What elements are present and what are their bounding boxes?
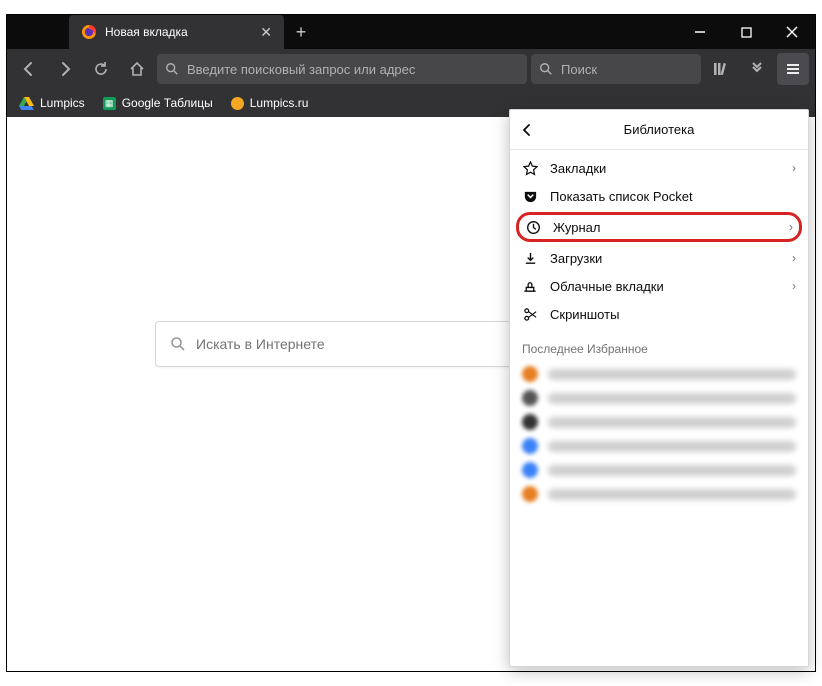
favicon-icon bbox=[522, 462, 538, 478]
library-button[interactable] bbox=[705, 53, 737, 85]
panel-item-label: Скриншоты bbox=[550, 307, 796, 322]
panel-item-label: Журнал bbox=[553, 220, 777, 235]
tab-title: Новая вкладка bbox=[105, 25, 252, 39]
panel-item-label: Закладки bbox=[550, 161, 780, 176]
chevron-right-icon: › bbox=[792, 279, 796, 293]
clock-icon bbox=[525, 219, 541, 235]
cloud-icon bbox=[522, 278, 538, 294]
panel-item-label: Показать список Pocket bbox=[550, 189, 796, 204]
menu-button[interactable] bbox=[777, 53, 809, 85]
recent-item[interactable] bbox=[522, 458, 796, 482]
bookmark-lumpics[interactable]: Lumpics bbox=[19, 96, 85, 110]
window-controls bbox=[677, 15, 815, 49]
overflow-button[interactable] bbox=[741, 53, 773, 85]
scissors-icon bbox=[522, 306, 538, 322]
url-bar[interactable]: Введите поисковый запрос или адрес bbox=[157, 54, 527, 84]
panel-item-bookmarks[interactable]: Закладки › bbox=[510, 154, 808, 182]
bookmark-google-sheets[interactable]: ▦ Google Таблицы bbox=[103, 96, 213, 110]
library-panel: Библиотека Закладки › Показать список Po… bbox=[509, 109, 809, 667]
chevron-right-icon: › bbox=[792, 161, 796, 175]
search-bar[interactable]: Поиск bbox=[531, 54, 701, 84]
recent-item[interactable] bbox=[522, 482, 796, 506]
panel-header: Библиотека bbox=[510, 110, 808, 150]
star-icon bbox=[522, 160, 538, 176]
panel-item-screenshots[interactable]: Скриншоты bbox=[510, 300, 808, 328]
panel-item-downloads[interactable]: Загрузки › bbox=[510, 244, 808, 272]
panel-item-pocket[interactable]: Показать список Pocket bbox=[510, 182, 808, 210]
panel-item-history[interactable]: Журнал › bbox=[516, 212, 802, 242]
panel-item-label: Загрузки bbox=[550, 251, 780, 266]
bookmark-label: Google Таблицы bbox=[122, 96, 213, 110]
bookmark-label: Lumpics.ru bbox=[250, 96, 309, 110]
search-placeholder: Поиск bbox=[561, 62, 597, 77]
tab-active[interactable]: Новая вкладка ✕ bbox=[69, 15, 284, 49]
panel-list: Закладки › Показать список Pocket Журнал… bbox=[510, 150, 808, 332]
minimize-button[interactable] bbox=[677, 15, 723, 49]
chevron-right-icon: › bbox=[789, 220, 793, 234]
tab-bar: Новая вкладка ✕ + bbox=[7, 15, 815, 49]
panel-item-label: Облачные вкладки bbox=[550, 279, 780, 294]
close-icon[interactable]: ✕ bbox=[260, 25, 272, 39]
back-button[interactable] bbox=[13, 53, 45, 85]
bookmark-label: Lumpics bbox=[40, 96, 85, 110]
favicon-icon bbox=[522, 390, 538, 406]
nav-toolbar: Введите поисковый запрос или адрес Поиск bbox=[7, 49, 815, 89]
favicon-icon bbox=[522, 414, 538, 430]
bookmark-lumpics-ru[interactable]: Lumpics.ru bbox=[231, 96, 309, 110]
drive-icon bbox=[19, 97, 34, 110]
panel-item-synced-tabs[interactable]: Облачные вкладки › bbox=[510, 272, 808, 300]
download-icon bbox=[522, 250, 538, 266]
recent-item[interactable] bbox=[522, 386, 796, 410]
dot-icon bbox=[231, 97, 244, 110]
recent-section-title: Последнее Избранное bbox=[510, 332, 808, 360]
newtab-search-placeholder: Искать в Интернете bbox=[196, 336, 325, 352]
url-placeholder: Введите поисковый запрос или адрес bbox=[187, 62, 415, 77]
browser-window: Новая вкладка ✕ + Введите поисковый запр… bbox=[6, 14, 816, 672]
new-tab-button[interactable]: + bbox=[284, 15, 318, 49]
home-button[interactable] bbox=[121, 53, 153, 85]
favicon-icon bbox=[522, 486, 538, 502]
panel-back-button[interactable] bbox=[520, 123, 540, 137]
search-icon bbox=[165, 62, 179, 76]
maximize-button[interactable] bbox=[723, 15, 769, 49]
search-icon bbox=[170, 336, 186, 352]
recent-item[interactable] bbox=[522, 410, 796, 434]
favicon-icon bbox=[522, 438, 538, 454]
forward-button[interactable] bbox=[49, 53, 81, 85]
firefox-icon bbox=[81, 24, 97, 40]
recent-item[interactable] bbox=[522, 434, 796, 458]
close-window-button[interactable] bbox=[769, 15, 815, 49]
sheets-icon: ▦ bbox=[103, 97, 116, 110]
tabbar-spacer bbox=[7, 15, 69, 49]
reload-button[interactable] bbox=[85, 53, 117, 85]
panel-title: Библиотека bbox=[540, 122, 778, 137]
search-icon bbox=[539, 62, 553, 76]
favicon-icon bbox=[522, 366, 538, 382]
chevron-right-icon: › bbox=[792, 251, 796, 265]
recent-item[interactable] bbox=[522, 362, 796, 386]
recent-list bbox=[510, 360, 808, 508]
pocket-icon bbox=[522, 188, 538, 204]
